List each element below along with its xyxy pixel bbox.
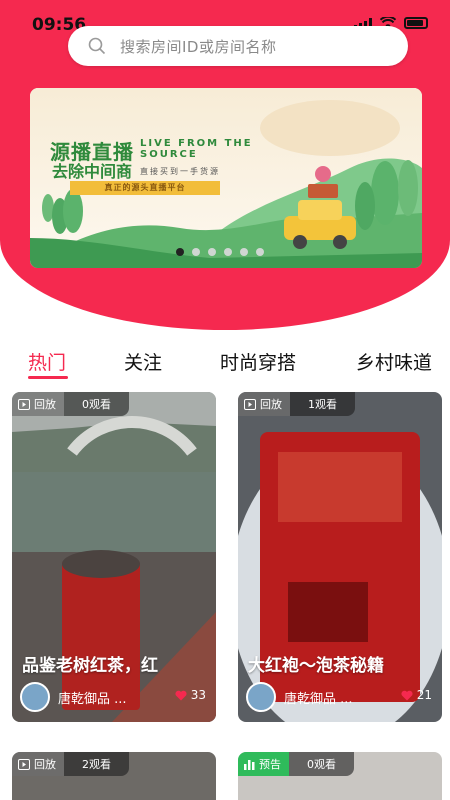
bar-chart-icon [244, 759, 255, 770]
live-card[interactable]: 预告 0观看 [238, 752, 442, 800]
card-meta: 唐乾御品 ... 21 [246, 682, 432, 712]
heart-icon [401, 690, 413, 700]
card-views: 0观看 [82, 398, 111, 411]
card-views: 2观看 [82, 758, 111, 771]
live-card[interactable]: 回放 1观看 大红袍～泡茶秘籍 唐乾御品 ... 21 [238, 392, 442, 722]
avatar[interactable] [20, 682, 50, 712]
heart-icon [175, 690, 187, 700]
card-badge: 回放 1观看 [238, 392, 355, 416]
pagination-dot[interactable] [192, 248, 200, 256]
pagination-dot[interactable] [208, 248, 216, 256]
banner-subtitle: 直接买到一手货源 [140, 167, 220, 176]
card-meta: 唐乾御品 ... 33 [20, 682, 206, 712]
pagination-dot[interactable] [224, 248, 232, 256]
card-title: 品鉴老树红茶，红 [22, 656, 158, 676]
replay-icon [18, 758, 30, 770]
banner-pagination [176, 248, 264, 256]
card-status: 回放 [260, 398, 282, 411]
card-status: 回放 [34, 398, 56, 411]
replay-icon [244, 398, 256, 410]
replay-icon [18, 398, 30, 410]
search-placeholder: 搜索房间ID或房间名称 [120, 38, 277, 56]
pagination-dot[interactable] [240, 248, 248, 256]
pagination-dot[interactable] [256, 248, 264, 256]
card-likes: 33 [190, 688, 206, 702]
tab-follow[interactable]: 关注 [124, 348, 162, 375]
tab-indicator [28, 376, 68, 379]
card-badge: 预告 0观看 [238, 752, 354, 776]
card-likes: 21 [416, 688, 432, 702]
banner-english: LIVE FROM THE SOURCE [140, 138, 253, 160]
avatar[interactable] [246, 682, 276, 712]
card-status: 回放 [34, 758, 56, 771]
tab-hot[interactable]: 热门 [28, 348, 66, 375]
banner-slogan: 去除中间商 [52, 162, 133, 181]
search-icon [88, 37, 106, 55]
category-tabs: 热门 关注 时尚穿搭 乡村味道 [0, 344, 450, 384]
live-card[interactable]: 回放 2观看 [12, 752, 216, 800]
card-views: 0观看 [307, 758, 336, 771]
battery-icon [404, 17, 428, 29]
search-bar[interactable]: 搜索房间ID或房间名称 [68, 26, 408, 66]
live-card[interactable]: 回放 0观看 品鉴老树红茶，红 唐乾御品 ... 33 [12, 392, 216, 722]
tab-country[interactable]: 乡村味道 [356, 348, 432, 375]
banner-strip: 真正的源头直播平台 [70, 181, 220, 195]
tab-fashion[interactable]: 时尚穿搭 [220, 348, 296, 375]
card-badge: 回放 2观看 [12, 752, 129, 776]
promo-banner[interactable]: 源播直播 去除中间商 LIVE FROM THE SOURCE 直接买到一手货源… [30, 88, 422, 268]
card-author: 唐乾御品 ... [58, 692, 127, 707]
card-badge: 回放 0观看 [12, 392, 129, 416]
card-title: 大红袍～泡茶秘籍 [248, 656, 384, 676]
card-author: 唐乾御品 ... [284, 692, 353, 707]
pagination-dot[interactable] [176, 248, 184, 256]
card-status: 预告 [259, 758, 281, 771]
card-views: 1观看 [308, 398, 337, 411]
